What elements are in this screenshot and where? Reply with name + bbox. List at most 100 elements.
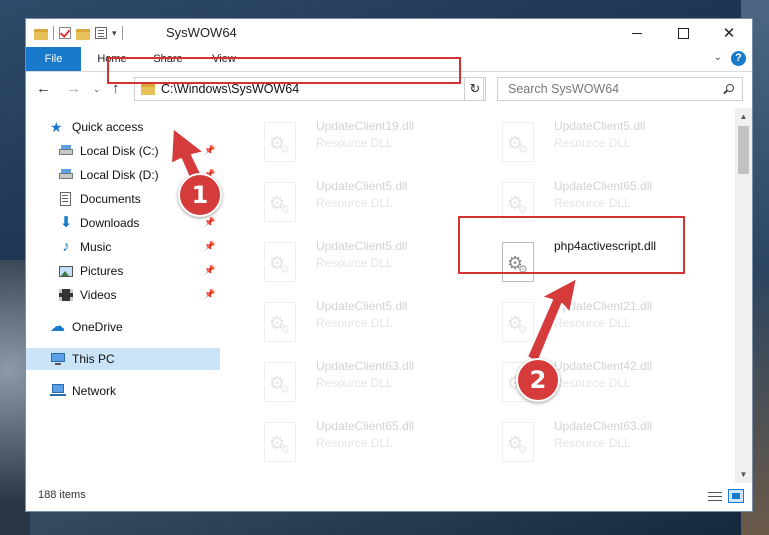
properties-check-icon[interactable] xyxy=(59,27,71,39)
nav-item-label: This PC xyxy=(72,352,115,366)
file-item[interactable]: UpdateClient19.dll Resource DLL xyxy=(246,116,476,166)
search-input[interactable] xyxy=(506,81,710,97)
file-name: UpdateClient65.dll xyxy=(316,419,415,433)
nav-item-quick-access[interactable]: ★ Quick access xyxy=(50,116,200,138)
dll-file-icon xyxy=(264,362,296,402)
file-item[interactable]: UpdateClient5.dll Resource DLL xyxy=(246,236,476,286)
file-name: UpdateClient5.dll xyxy=(316,239,408,253)
nav-item-label: Pictures xyxy=(80,264,124,278)
file-type: Resource DLL xyxy=(316,256,393,270)
up-arrow-icon[interactable]: ↑ xyxy=(112,80,120,97)
nav-item-label: Local Disk (C:) xyxy=(80,144,159,158)
expand-ribbon-chevron-icon[interactable]: ⌄ xyxy=(714,52,722,63)
computer-icon xyxy=(50,351,66,367)
large-icons-view-icon[interactable] xyxy=(728,489,744,503)
dll-file-icon xyxy=(502,302,534,342)
properties-icon[interactable] xyxy=(95,27,107,39)
file-type: Resource DLL xyxy=(554,436,631,450)
status-bar: 188 items xyxy=(26,483,752,511)
dll-file-icon xyxy=(264,422,296,462)
nav-item-network[interactable]: Network xyxy=(50,380,200,402)
nav-item-label: Documents xyxy=(80,192,141,206)
file-item[interactable]: UpdateClient5.dll Resource DLL xyxy=(484,116,714,166)
maximize-icon xyxy=(677,27,689,39)
toolbar-separator xyxy=(121,26,123,40)
file-name: php4activescript.dll xyxy=(554,239,657,253)
search-icon[interactable] xyxy=(726,84,734,92)
back-arrow-icon[interactable]: ← xyxy=(36,80,51,97)
search-box[interactable] xyxy=(497,77,743,101)
folder-icon xyxy=(34,28,48,40)
maximize-button[interactable] xyxy=(660,19,706,47)
close-icon: ✕ xyxy=(722,25,736,42)
file-type: Resource DLL xyxy=(316,136,393,150)
file-item[interactable]: UpdateClient21.dll Resource DLL xyxy=(484,296,714,346)
tab-share[interactable]: Share xyxy=(142,47,194,71)
nav-item-local-disk-c[interactable]: Local Disk (C:) 📌 xyxy=(58,140,215,162)
address-folder-icon xyxy=(141,84,155,95)
file-item-php4activescript[interactable]: php4activescript.dll xyxy=(484,236,714,286)
nav-item-music[interactable]: ♪ Music 📌 xyxy=(58,236,216,258)
file-item[interactable]: UpdateClient65.dll Resource DLL xyxy=(246,416,476,466)
address-bar[interactable]: C:\Windows\SysWOW64 ⌄ xyxy=(134,77,484,101)
forward-arrow-icon[interactable]: → xyxy=(66,80,81,97)
file-item[interactable]: UpdateClient65.dll Resource DLL xyxy=(484,176,714,226)
quick-access-toolbar: ▾ xyxy=(34,25,123,41)
vertical-scrollbar[interactable]: ▲ ▼ xyxy=(735,108,752,483)
address-path[interactable]: C:\Windows\SysWOW64 xyxy=(161,82,299,96)
pin-icon: 📌 xyxy=(204,241,216,251)
drive-icon xyxy=(58,167,74,183)
nav-item-onedrive[interactable]: ☁ OneDrive xyxy=(50,316,200,338)
documents-icon xyxy=(58,191,74,207)
scroll-up-arrow-icon[interactable]: ▲ xyxy=(735,108,752,125)
close-button[interactable]: ✕ xyxy=(706,19,752,47)
nav-item-this-pc[interactable]: This PC xyxy=(26,348,220,370)
minimize-icon xyxy=(632,32,642,34)
recent-locations-chevron-icon[interactable]: ⌄ xyxy=(93,84,101,95)
file-name: UpdateClient5.dll xyxy=(554,119,646,133)
file-explorer-window: ▾ SysWOW64 ✕ File Home Share View ⌄ ? ← … xyxy=(25,18,753,512)
file-item[interactable]: UpdateClient63.dll Resource DLL xyxy=(484,416,714,466)
tab-home[interactable]: Home xyxy=(86,47,138,71)
dll-file-icon xyxy=(502,242,534,282)
navigation-pane: ★ Quick access Local Disk (C:) 📌 Local D… xyxy=(26,108,226,483)
minimize-button[interactable] xyxy=(614,19,660,47)
file-item[interactable]: UpdateClient5.dll Resource DLL xyxy=(246,296,476,346)
file-item[interactable]: UpdateClient5.dll Resource DLL xyxy=(246,176,476,226)
customize-toolbar-arrow-icon[interactable]: ▾ xyxy=(112,28,117,39)
nav-item-label: Network xyxy=(72,384,117,398)
step-badge-2: 2 xyxy=(516,358,560,402)
nav-item-label: Music xyxy=(80,240,112,254)
nav-item-label: OneDrive xyxy=(72,320,123,334)
nav-item-label: Downloads xyxy=(80,216,140,230)
file-name: UpdateClient42.dll xyxy=(554,359,653,373)
file-name: UpdateClient63.dll xyxy=(316,359,415,373)
nav-item-label: Local Disk (D:) xyxy=(80,168,159,182)
tab-view[interactable]: View xyxy=(198,47,250,71)
file-type: Resource DLL xyxy=(316,376,393,390)
file-type: Resource DLL xyxy=(554,196,631,210)
scroll-down-arrow-icon[interactable]: ▼ xyxy=(735,466,752,483)
help-icon[interactable]: ? xyxy=(731,51,746,66)
file-name: UpdateClient5.dll xyxy=(316,179,408,193)
nav-item-label: Quick access xyxy=(72,120,144,134)
file-name: UpdateClient65.dll xyxy=(554,179,653,193)
scrollbar-thumb[interactable] xyxy=(738,126,749,174)
tab-file[interactable]: File xyxy=(26,47,81,71)
details-view-icon[interactable] xyxy=(708,491,722,503)
file-item[interactable]: UpdateClient63.dll Resource DLL xyxy=(246,356,476,406)
dll-file-icon xyxy=(502,422,534,462)
item-count: 188 items xyxy=(38,489,86,501)
file-name: UpdateClient21.dll xyxy=(554,299,653,313)
pictures-icon xyxy=(58,263,74,279)
nav-item-videos[interactable]: Videos 📌 xyxy=(58,284,215,306)
new-folder-icon[interactable] xyxy=(76,28,90,40)
file-type: Resource DLL xyxy=(316,196,393,210)
pin-icon: 📌 xyxy=(204,265,216,275)
nav-item-label: Videos xyxy=(80,288,117,302)
download-icon: ⬇ xyxy=(59,214,73,231)
refresh-button[interactable]: ↻ xyxy=(464,77,486,101)
nav-item-pictures[interactable]: Pictures 📌 xyxy=(58,260,216,282)
navigation-bar: ← → ⌄ ↑ C:\Windows\SysWOW64 ⌄ ↻ xyxy=(26,72,752,106)
step-badge-1: 1 xyxy=(178,173,222,217)
